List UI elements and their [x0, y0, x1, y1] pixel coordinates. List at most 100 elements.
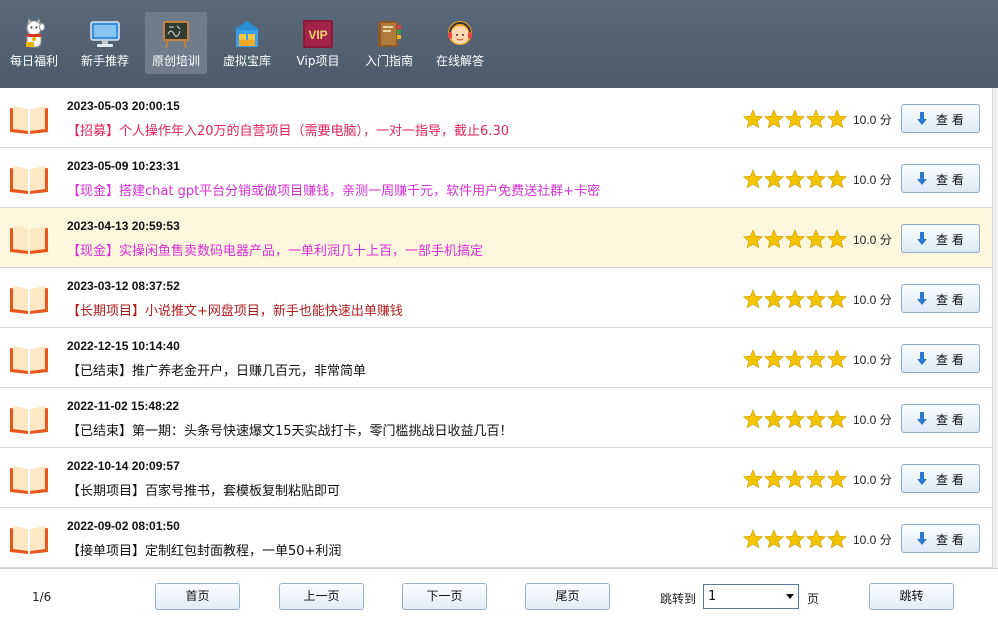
view-button[interactable]: 查 看	[901, 164, 980, 193]
view-button[interactable]: 查 看	[901, 344, 980, 373]
view-button-label: 查 看	[936, 293, 964, 307]
item-title[interactable]: 【现金】实操闲鱼售卖数码电器产品，一单利润几十上百，一部手机搞定	[67, 240, 483, 259]
view-button[interactable]: 查 看	[901, 404, 980, 433]
page-indicator: 1/6	[32, 590, 52, 604]
first-page-button[interactable]: 首页	[155, 583, 240, 610]
monitor-icon	[90, 21, 120, 47]
view-button-label: 查 看	[936, 233, 964, 247]
item-title[interactable]: 【已结束】推广养老金开户，日赚几百元，非常简单	[67, 360, 366, 379]
toolbar-item-virtual-vault[interactable]: 虚拟宝库	[216, 12, 278, 74]
warehouse-icon	[234, 21, 260, 47]
star-icon	[784, 169, 806, 189]
toolbar-item-guide[interactable]: 入门指南	[358, 12, 420, 74]
star-icon	[805, 109, 827, 129]
list-item[interactable]: 2023-05-03 20:00:15 【招募】个人操作年入20万的自营项目（需…	[0, 88, 992, 148]
chevron-down-icon	[786, 594, 794, 599]
view-button-label: 查 看	[936, 113, 964, 127]
star-icon	[763, 289, 785, 309]
open-book-icon	[10, 286, 48, 314]
list-item[interactable]: 2022-11-02 15:48:22 【已结束】第一期：头条号快速爆文15天实…	[0, 388, 992, 448]
toolbar-item-daily-welfare[interactable]: 每日福利	[3, 12, 65, 74]
item-date: 2022-11-02 15:48:22	[67, 399, 180, 413]
list-item[interactable]: 2023-05-09 10:23:31 【现金】搭建chat gpt平台分销或做…	[0, 148, 992, 208]
item-title[interactable]: 【招募】个人操作年入20万的自营项目（需要电脑），一对一指导，截止6.30	[67, 120, 509, 139]
view-button[interactable]: 查 看	[901, 104, 980, 133]
next-page-button[interactable]: 下一页	[402, 583, 487, 610]
svg-text:VIP: VIP	[308, 28, 327, 42]
item-date: 2023-05-09 10:23:31	[67, 159, 180, 173]
star-icon	[784, 109, 806, 129]
star-icon	[784, 529, 806, 549]
item-title[interactable]: 【已结束】第一期：头条号快速爆文15天实战打卡，零门槛挑战日收益几百！	[67, 420, 513, 439]
star-icon	[742, 169, 764, 189]
toolbar-item-online-help[interactable]: 在线解答	[429, 12, 491, 74]
item-score: 10.0 分	[853, 173, 892, 187]
star-icon	[805, 289, 827, 309]
star-icon	[826, 529, 848, 549]
blackboard-icon	[163, 21, 189, 49]
lucky-cat-icon	[26, 18, 45, 48]
download-arrow-icon	[917, 292, 927, 305]
star-icon	[826, 469, 848, 489]
star-rating	[742, 409, 848, 429]
list-item[interactable]: 2023-04-13 20:59:53 【现金】实操闲鱼售卖数码电器产品，一单利…	[0, 208, 992, 268]
download-arrow-icon	[917, 532, 927, 545]
item-title[interactable]: 【长期项目】小说推文+网盘项目，新手也能快速出单赚钱	[67, 300, 403, 319]
star-icon	[826, 169, 848, 189]
toolbar-item-label: 每日福利	[9, 54, 58, 68]
star-icon	[805, 529, 827, 549]
view-button[interactable]: 查 看	[901, 524, 980, 553]
star-icon	[784, 289, 806, 309]
item-date: 2022-10-14 20:09:57	[67, 459, 180, 473]
list-item[interactable]: 2022-10-14 20:09:57 【长期项目】百家号推书，套模板复制粘贴即…	[0, 448, 992, 508]
toolbar-item-vip[interactable]: VIP Vip项目	[287, 12, 349, 74]
star-icon	[763, 469, 785, 489]
item-score: 10.0 分	[853, 113, 892, 127]
list-item[interactable]: 2022-12-15 10:14:40 【已结束】推广养老金开户，日赚几百元，非…	[0, 328, 992, 388]
item-date: 2023-03-12 08:37:52	[67, 279, 180, 293]
star-icon	[763, 529, 785, 549]
item-title[interactable]: 【长期项目】百家号推书，套模板复制粘贴即可	[67, 480, 340, 499]
toolbar-item-label: Vip项目	[296, 54, 340, 68]
star-icon	[763, 229, 785, 249]
page-select[interactable]: 1	[703, 584, 799, 609]
list-item[interactable]: 2023-03-12 08:37:52 【长期项目】小说推文+网盘项目，新手也能…	[0, 268, 992, 328]
open-book-icon	[10, 226, 48, 254]
view-button[interactable]: 查 看	[901, 224, 980, 253]
prev-page-button[interactable]: 上一页	[279, 583, 364, 610]
star-icon	[742, 409, 764, 429]
star-rating	[742, 289, 848, 309]
toolbar-item-label: 原创培训	[151, 54, 200, 68]
star-icon	[826, 409, 848, 429]
jump-button[interactable]: 跳转	[869, 583, 954, 610]
star-icon	[805, 349, 827, 369]
view-button-label: 查 看	[936, 413, 964, 427]
item-title[interactable]: 【接单项目】定制红包封面教程，一单50+利润	[67, 540, 341, 559]
toolbar-item-label: 入门指南	[364, 54, 413, 68]
view-button[interactable]: 查 看	[901, 464, 980, 493]
star-rating	[742, 229, 848, 249]
pagination-bar: 1/6 首页 上一页 下一页 尾页 跳转到 1 页 跳转	[0, 568, 998, 621]
view-button-label: 查 看	[936, 353, 964, 367]
view-button-label: 查 看	[936, 173, 964, 187]
toolbar-item-original-training[interactable]: 原创培训	[145, 12, 207, 74]
item-score: 10.0 分	[853, 293, 892, 307]
download-arrow-icon	[917, 232, 927, 245]
view-button[interactable]: 查 看	[901, 284, 980, 313]
last-page-button[interactable]: 尾页	[525, 583, 610, 610]
toolbar-item-beginner[interactable]: 新手推荐	[74, 12, 136, 74]
star-icon	[742, 349, 764, 369]
top-toolbar: 每日福利 新手推荐 原创培训 虚拟宝库 VIP Vip项目 入门指南 在线解答	[0, 0, 998, 88]
scrollbar[interactable]	[992, 88, 998, 568]
download-arrow-icon	[917, 352, 927, 365]
download-arrow-icon	[917, 112, 927, 125]
toolbar-item-label: 新手推荐	[80, 54, 129, 68]
star-rating	[742, 169, 848, 189]
item-score: 10.0 分	[853, 413, 892, 427]
open-book-icon	[10, 406, 48, 434]
star-icon	[805, 229, 827, 249]
list-item[interactable]: 2022-09-02 08:01:50 【接单项目】定制红包封面教程，一单50+…	[0, 508, 992, 568]
star-rating	[742, 349, 848, 369]
item-title[interactable]: 【现金】搭建chat gpt平台分销或做项目赚钱，亲测一周赚千元，软件用户免费送…	[67, 180, 600, 199]
star-icon	[763, 409, 785, 429]
